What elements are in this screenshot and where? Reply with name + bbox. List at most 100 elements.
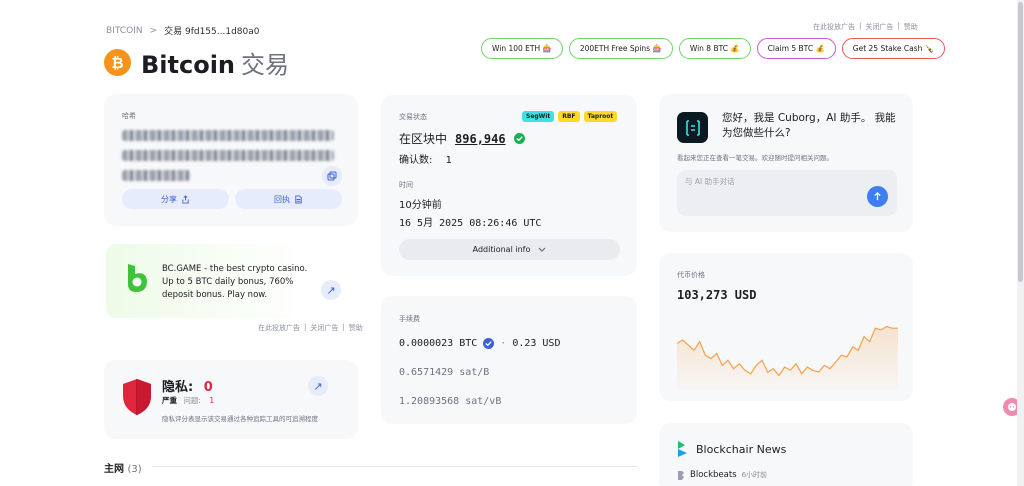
arrow-up-right-icon: ↗ bbox=[313, 379, 323, 393]
confirm-label: 确认数: bbox=[399, 155, 433, 166]
confirm-count: 1 bbox=[445, 155, 452, 166]
promo-chip[interactable]: Win 100 ETH 🎰 bbox=[481, 38, 563, 59]
breadcrumb-separator: > bbox=[149, 25, 158, 36]
arrow-up-right-icon: ↗ bbox=[326, 283, 336, 297]
bcgame-ad-text: BC.GAME - the best crypto casino. Up to … bbox=[162, 264, 308, 300]
separator: | bbox=[342, 323, 345, 331]
report-ad-link[interactable]: 在此投放广告 bbox=[813, 22, 855, 32]
page-title-main: Bitcoin bbox=[141, 51, 236, 79]
time-label: 时间 bbox=[399, 181, 413, 189]
send-button[interactable] bbox=[867, 186, 888, 207]
bitcoin-logo-icon: ₿ bbox=[104, 49, 131, 76]
fee-btc: 0.0000023 BTC bbox=[399, 338, 478, 349]
page-title-sub: 交易 bbox=[241, 51, 290, 79]
hash-label: 哈希 bbox=[122, 112, 136, 120]
privacy-description: 隐私评分表显示该交易通过各种追踪工具的可追溯程度 bbox=[162, 415, 318, 423]
fee-usd: 0.23 USD bbox=[512, 338, 561, 349]
privacy-title-label: 隐私: bbox=[162, 380, 194, 395]
help-link[interactable]: 赞助 bbox=[904, 22, 918, 32]
fee-card: 手续费 0.0000023 BTC · 0.23 USD 0.6571429 s… bbox=[381, 296, 637, 424]
ai-assistant-card: 您好，我是 Cuborg，AI 助手。 我能为您做些什么? 看起来您正在查看一笔… bbox=[659, 94, 913, 232]
ai-greeting: 您好，我是 Cuborg，AI 助手。 我能为您做些什么? bbox=[722, 112, 896, 139]
share-button[interactable]: 分享 bbox=[122, 189, 229, 209]
privacy-score: 0 bbox=[203, 380, 213, 395]
block-number-link[interactable]: 896,946 bbox=[455, 132, 506, 146]
hash-card: 哈希 分享 回执 bbox=[104, 94, 358, 226]
promo-chip[interactable]: 200ETH Free Spins 🎰 bbox=[568, 38, 673, 59]
status-state: 在区块中 bbox=[399, 132, 448, 146]
breadcrumb: BITCOIN > 交易 9fd155...1d80a0 bbox=[106, 24, 260, 38]
mainnet-section-title: 主网 (3) bbox=[104, 460, 142, 475]
section-divider bbox=[152, 466, 637, 467]
news-age: 6小时前 bbox=[741, 471, 768, 479]
transaction-status-card: 交易状态 SegWit RBF Taproot 在区块中 896,946 确认数… bbox=[381, 95, 637, 276]
privacy-open-button[interactable]: ↗ bbox=[308, 376, 328, 396]
fee-sat-vb: 1.20893568 sat/vB bbox=[399, 396, 502, 407]
separator: | bbox=[304, 323, 307, 331]
bcgame-logo-icon bbox=[125, 262, 151, 294]
ai-chat-input[interactable]: 与 AI 助手对话 bbox=[677, 170, 897, 216]
privacy-title: 隐私: 0 bbox=[162, 376, 213, 395]
fee-label: 手续费 bbox=[399, 315, 420, 323]
hash-value-blurred bbox=[122, 170, 190, 181]
news-title[interactable]: Blockchair News bbox=[696, 443, 786, 456]
share-label: 分享 bbox=[161, 194, 177, 204]
arrow-up-icon bbox=[874, 192, 881, 201]
price-chart bbox=[677, 325, 898, 389]
confirmations: 确认数: 1 bbox=[399, 151, 452, 166]
tag-segwit: SegWit bbox=[522, 111, 555, 122]
absolute-time: 16 5月 2025 08:26:46 UTC bbox=[399, 218, 542, 229]
fee-dot: · bbox=[500, 338, 507, 349]
report-ad-link[interactable]: 在此投放广告 bbox=[258, 323, 300, 333]
blockchair-logo-icon bbox=[676, 440, 690, 462]
tag-rbf: RBF bbox=[558, 111, 580, 122]
relative-time: 10分钟前 bbox=[399, 200, 442, 211]
news-source: Blockbeats bbox=[690, 470, 737, 480]
price-card: 代币价格 103,273 USD bbox=[659, 253, 913, 401]
check-circle-icon bbox=[513, 133, 525, 144]
mainnet-count: (3) bbox=[127, 464, 142, 475]
cuborg-bot-icon bbox=[677, 112, 708, 143]
privacy-issue-count: 1 bbox=[209, 396, 215, 405]
breadcrumb-root[interactable]: BITCOIN bbox=[106, 26, 143, 36]
status-label: 交易状态 bbox=[399, 113, 427, 121]
copy-button[interactable] bbox=[322, 166, 342, 186]
close-ad-link[interactable]: 关闭广告 bbox=[310, 323, 338, 333]
verified-badge-icon bbox=[483, 338, 495, 349]
receipt-button[interactable]: 回执 bbox=[235, 189, 342, 209]
promo-chip[interactable]: Claim 5 BTC 💰 bbox=[756, 38, 836, 59]
hash-value-blurred bbox=[122, 150, 334, 161]
privacy-meta: 严重 问题: 1 bbox=[162, 395, 214, 406]
close-ad-link[interactable]: 关闭广告 bbox=[865, 22, 893, 32]
price-label: 代币价格 bbox=[677, 271, 705, 279]
separator: | bbox=[897, 22, 900, 30]
ai-hint: 看起来您正在查看一笔交易。欢迎随时提问相关问题。 bbox=[677, 154, 833, 162]
chat-bubble-icon bbox=[1008, 403, 1016, 411]
ad-links: 在此投放广告 | 关闭广告 | 赞助 bbox=[258, 323, 363, 333]
blockbeats-icon bbox=[678, 470, 684, 480]
additional-info-label: Additional info bbox=[472, 245, 531, 254]
page-title: Bitcoin 交易 bbox=[141, 45, 289, 80]
ai-input-placeholder: 与 AI 助手对话 bbox=[685, 177, 735, 186]
tx-tags: SegWit RBF Taproot bbox=[522, 111, 618, 122]
promo-chip[interactable]: Win 8 BTC 💰 bbox=[678, 38, 751, 59]
mainnet-title: 主网 bbox=[104, 464, 124, 475]
tag-taproot: Taproot bbox=[583, 111, 618, 122]
bcgame-ad[interactable]: BC.GAME - the best crypto casino. Up to … bbox=[106, 244, 358, 318]
additional-info-button[interactable]: Additional info bbox=[399, 239, 620, 260]
scrollbar-thumb[interactable] bbox=[1018, 2, 1023, 282]
block-status: 在区块中 896,946 bbox=[399, 130, 525, 147]
fee-sat-b: 0.6571429 sat/B bbox=[399, 367, 490, 378]
news-item[interactable]: Blockbeats 6小时前 bbox=[677, 470, 767, 480]
page-scrollbar[interactable] bbox=[1017, 0, 1024, 486]
help-link[interactable]: 赞助 bbox=[349, 323, 363, 333]
bcgame-open-button[interactable]: ↗ bbox=[321, 280, 341, 300]
privacy-card: 隐私: 0 严重 问题: 1 隐私评分表显示该交易通过各种追踪工具的可追溯程度 … bbox=[104, 360, 358, 439]
top-ad-links: 在此投放广告 | 关闭广告 | 赞助 bbox=[813, 22, 918, 32]
chevron-down-icon bbox=[538, 247, 546, 252]
promo-chip[interactable]: Get 25 Stake Cash 🍾 bbox=[841, 38, 946, 59]
price-value: 103,273 USD bbox=[677, 288, 757, 302]
hash-value-blurred bbox=[122, 130, 334, 141]
fee-values: 0.0000023 BTC · 0.23 USD bbox=[399, 338, 560, 349]
breadcrumb-current: 交易 9fd155...1d80a0 bbox=[164, 27, 260, 37]
